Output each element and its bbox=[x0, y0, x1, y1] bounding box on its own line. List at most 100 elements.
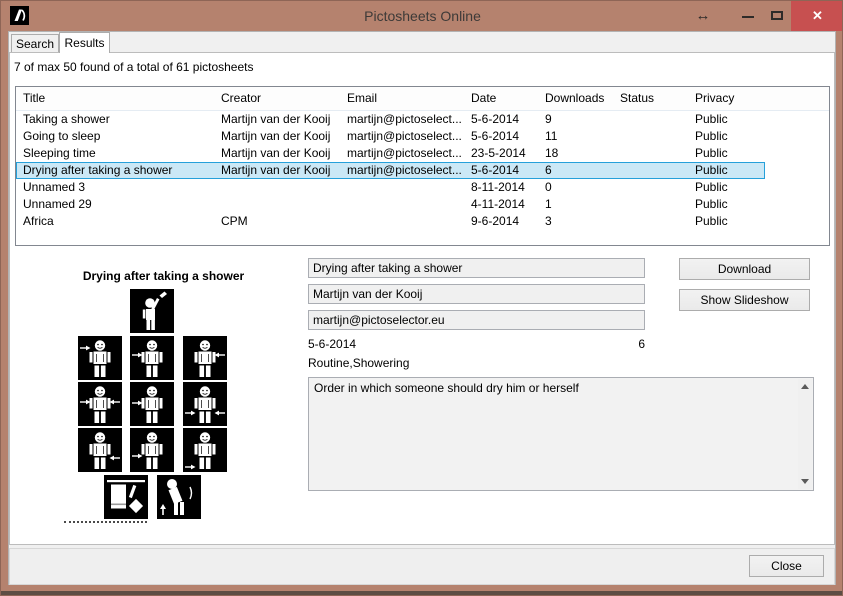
row-creator: Martijn van der Kooij bbox=[221, 145, 347, 162]
maximize-button[interactable] bbox=[763, 1, 791, 31]
row-status bbox=[620, 111, 695, 128]
scroll-down-icon[interactable] bbox=[798, 474, 812, 489]
window-title: Pictosheets Online bbox=[1, 1, 843, 31]
row-downloads: 0 bbox=[545, 179, 620, 196]
row-privacy: Public bbox=[695, 145, 765, 162]
results-summary: 7 of max 50 found of a total of 61 picto… bbox=[14, 60, 254, 74]
row-date: 5-6-2014 bbox=[471, 162, 545, 179]
row-status bbox=[620, 145, 695, 162]
row-status bbox=[620, 162, 695, 179]
row-status bbox=[620, 213, 695, 230]
row-title: Sleeping time bbox=[16, 145, 221, 162]
column-header-creator[interactable]: Creator bbox=[221, 87, 347, 110]
row-status bbox=[620, 179, 695, 196]
detail-description-box[interactable]: Order in which someone should dry him or… bbox=[308, 377, 814, 491]
pictogram-tile-towel bbox=[104, 475, 148, 519]
tab-results[interactable]: Results bbox=[59, 32, 110, 53]
pictogram-tile-person bbox=[183, 428, 227, 472]
row-title: Drying after taking a shower bbox=[16, 162, 221, 179]
row-creator: CPM bbox=[221, 213, 347, 230]
row-email bbox=[347, 196, 471, 213]
detail-meta-row: 6 5-6-2014 bbox=[308, 337, 645, 353]
column-header-downloads[interactable]: Downloads bbox=[545, 87, 620, 110]
row-privacy: Public bbox=[695, 179, 765, 196]
row-title: Unnamed 29 bbox=[16, 196, 221, 213]
row-downloads: 11 bbox=[545, 128, 620, 145]
detail-creator-field[interactable] bbox=[308, 284, 645, 304]
tab-search[interactable]: Search bbox=[11, 34, 59, 53]
row-date: 9-6-2014 bbox=[471, 213, 545, 230]
pictogram-tile-person bbox=[78, 382, 122, 426]
table-row[interactable]: Sleeping time Martijn van der Kooij mart… bbox=[16, 145, 765, 162]
row-creator: Martijn van der Kooij bbox=[221, 111, 347, 128]
preview-watermark bbox=[64, 521, 147, 523]
column-header-date[interactable]: Date bbox=[471, 87, 545, 110]
pictogram-tile-person bbox=[130, 382, 174, 426]
row-downloads: 18 bbox=[545, 145, 620, 162]
row-title: Africa bbox=[16, 213, 221, 230]
pictogram-tile-person bbox=[130, 336, 174, 380]
row-downloads: 1 bbox=[545, 196, 620, 213]
pictogram-tile-person bbox=[78, 336, 122, 380]
show-slideshow-button[interactable]: Show Slideshow bbox=[679, 289, 810, 311]
titlebar: Pictosheets Online ↔ ✕ bbox=[1, 1, 843, 31]
row-email: martijn@pictoselect... bbox=[347, 111, 471, 128]
row-privacy: Public bbox=[695, 111, 765, 128]
detail-title-field[interactable] bbox=[308, 258, 645, 278]
row-creator bbox=[221, 196, 347, 213]
window-bottom-edge bbox=[1, 591, 842, 595]
row-creator: Martijn van der Kooij bbox=[221, 162, 347, 179]
table-header: Title Creator Email Date Downloads Statu… bbox=[16, 87, 829, 111]
pictogram-tile-person bbox=[78, 428, 122, 472]
results-table: Title Creator Email Date Downloads Statu… bbox=[15, 86, 830, 246]
row-downloads: 3 bbox=[545, 213, 620, 230]
column-header-title[interactable]: Title bbox=[16, 87, 221, 110]
row-date: 4-11-2014 bbox=[471, 196, 545, 213]
detail-description-text: Order in which someone should dry him or… bbox=[314, 381, 795, 396]
detail-email-field[interactable] bbox=[308, 310, 645, 330]
row-date: 5-6-2014 bbox=[471, 111, 545, 128]
scroll-up-icon[interactable] bbox=[798, 379, 812, 394]
row-creator bbox=[221, 179, 347, 196]
pictogram-tile-person bbox=[130, 428, 174, 472]
row-status bbox=[620, 196, 695, 213]
detail-date-value: 5-6-2014 bbox=[308, 337, 356, 351]
detail-tags-value: Routine,Showering bbox=[308, 356, 409, 370]
maximize-icon bbox=[771, 11, 783, 20]
row-title: Going to sleep bbox=[16, 128, 221, 145]
row-status bbox=[620, 128, 695, 145]
table-row[interactable]: Going to sleep Martijn van der Kooij mar… bbox=[16, 128, 765, 145]
pictogram-tile-bending-person bbox=[157, 475, 201, 519]
minimize-button[interactable] bbox=[734, 1, 762, 31]
row-privacy: Public bbox=[695, 196, 765, 213]
row-date: 5-6-2014 bbox=[471, 128, 545, 145]
resize-arrows-icon[interactable]: ↔ bbox=[691, 4, 715, 28]
row-downloads: 6 bbox=[545, 162, 620, 179]
row-title: Unnamed 3 bbox=[16, 179, 221, 196]
close-button[interactable]: Close bbox=[749, 555, 824, 577]
close-window-button[interactable]: ✕ bbox=[791, 1, 843, 31]
table-row[interactable]: Africa CPM 9-6-2014 3 Public bbox=[16, 213, 765, 230]
row-email bbox=[347, 213, 471, 230]
table-row[interactable]: Taking a shower Martijn van der Kooij ma… bbox=[16, 111, 765, 128]
row-privacy: Public bbox=[695, 128, 765, 145]
row-title: Taking a shower bbox=[16, 111, 221, 128]
row-privacy: Public bbox=[695, 213, 765, 230]
row-date: 23-5-2014 bbox=[471, 145, 545, 162]
pictogram-tile-drying-head bbox=[130, 289, 174, 333]
pictosheets-online-window: Pictosheets Online ↔ ✕ Search Results 7 … bbox=[0, 0, 843, 596]
column-header-privacy[interactable]: Privacy bbox=[695, 87, 765, 110]
column-header-status[interactable]: Status bbox=[620, 87, 695, 110]
row-email: martijn@pictoselect... bbox=[347, 145, 471, 162]
column-header-email[interactable]: Email bbox=[347, 87, 471, 110]
table-row-selected[interactable]: Drying after taking a shower Martijn van… bbox=[16, 162, 765, 179]
footer-bar bbox=[9, 548, 835, 585]
preview-title: Drying after taking a shower bbox=[21, 269, 306, 283]
row-email: martijn@pictoselect... bbox=[347, 128, 471, 145]
pictogram-tile-person bbox=[183, 336, 227, 380]
description-scrollbar[interactable] bbox=[798, 379, 812, 489]
row-date: 8-11-2014 bbox=[471, 179, 545, 196]
download-button[interactable]: Download bbox=[679, 258, 810, 280]
table-row[interactable]: Unnamed 3 8-11-2014 0 Public bbox=[16, 179, 765, 196]
table-row[interactable]: Unnamed 29 4-11-2014 1 Public bbox=[16, 196, 765, 213]
